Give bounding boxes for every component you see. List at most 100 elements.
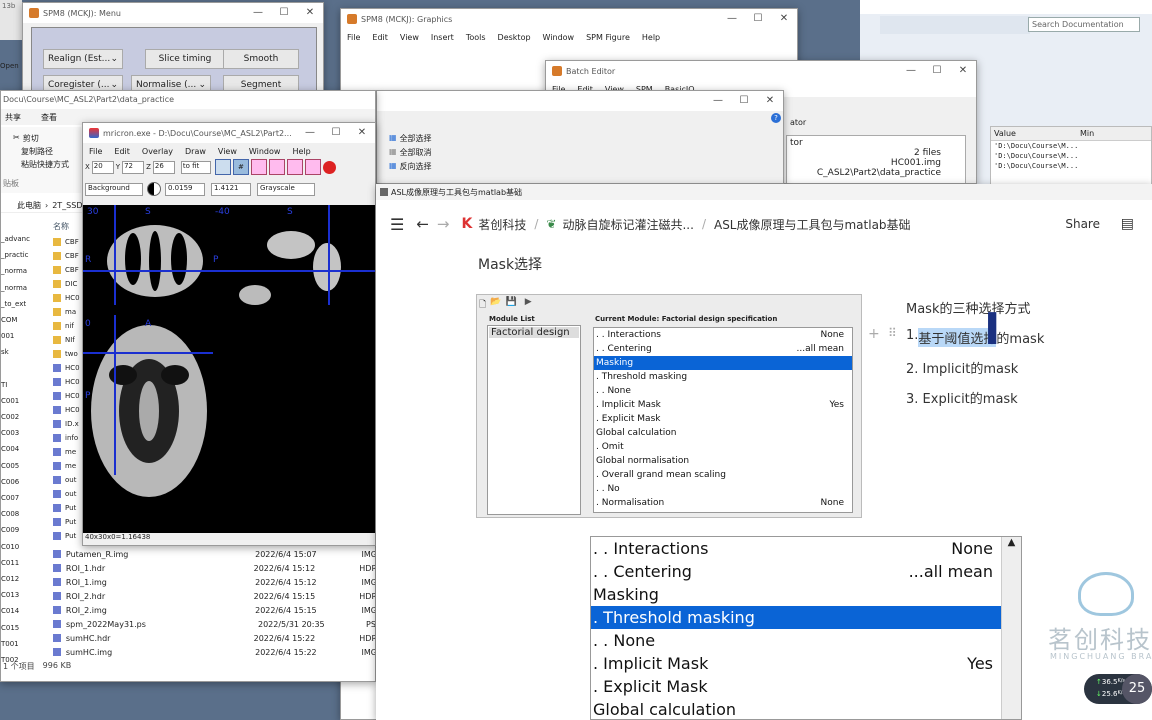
nav-item[interactable]: _practic — [1, 251, 31, 267]
close-icon[interactable]: ✕ — [349, 123, 375, 143]
zoom-select[interactable]: to fit — [180, 160, 211, 174]
menu-spm-figure[interactable]: SPM Figure — [586, 33, 630, 42]
tab-share[interactable]: 共享 — [5, 112, 21, 123]
brain-viewer[interactable]: 30 S -40 S R P 0 A P — [83, 205, 375, 533]
nav-item[interactable]: C014 — [1, 607, 31, 623]
nav-item[interactable]: C011 — [1, 559, 31, 575]
min-intensity-input[interactable]: 0.0159 — [165, 182, 205, 196]
list-item[interactable]: Global calculation — [594, 426, 852, 440]
smooth-button[interactable]: Smooth — [223, 49, 299, 69]
nav-item[interactable]: C001 — [1, 397, 31, 413]
nav-item[interactable]: C005 — [1, 462, 31, 478]
list-item[interactable]: . Explicit Mask — [591, 675, 1001, 698]
help-icon[interactable]: ? — [771, 113, 781, 123]
pen-tool-icon[interactable] — [214, 159, 231, 175]
minimize-icon[interactable]: — — [297, 123, 323, 143]
list-item[interactable]: . . Interactions None — [594, 328, 852, 342]
nav-item[interactable]: C004 — [1, 445, 31, 461]
nav-item[interactable]: _norma — [1, 267, 31, 283]
nav-item[interactable]: C012 — [1, 575, 31, 591]
menu-draw[interactable]: Draw — [185, 147, 206, 156]
breadcrumb-root[interactable]: 此电脑 — [17, 200, 41, 211]
share-button[interactable]: Share — [1065, 217, 1100, 231]
menu-insert[interactable]: Insert — [431, 33, 454, 42]
menu-file[interactable]: File — [89, 147, 102, 156]
forward-icon[interactable]: → — [437, 215, 450, 233]
block-add-icon[interactable]: + — [868, 326, 880, 342]
search-input[interactable]: Search Documentation — [1028, 17, 1140, 32]
nav-item[interactable]: TI — [1, 381, 31, 397]
list-item[interactable]: . Implicit Mask Yes — [594, 398, 852, 412]
list-item[interactable]: . Implicit Mask Yes — [591, 652, 1001, 675]
copy-path-action[interactable]: 复制路径 — [21, 146, 81, 157]
col-value[interactable]: Value — [991, 127, 1077, 140]
list-item[interactable]: . . None — [594, 384, 852, 398]
draw-tool-icon[interactable] — [250, 159, 267, 175]
y-coordinate-input[interactable]: 72 — [122, 160, 145, 174]
x-coordinate-input[interactable]: 20 — [91, 160, 114, 174]
nav-item[interactable]: _to_ext — [1, 300, 31, 316]
nav-item[interactable]: C013 — [1, 591, 31, 607]
invert-selection-action[interactable]: ▦ 反向选择 — [389, 161, 432, 172]
minimize-icon[interactable]: — — [898, 61, 924, 81]
col-min[interactable]: Min — [1077, 127, 1094, 140]
menu-window[interactable]: Window — [543, 33, 575, 42]
menu-overlay[interactable]: Overlay — [142, 147, 173, 156]
menu-view[interactable]: View — [400, 33, 419, 42]
maximize-icon[interactable]: ☐ — [271, 3, 297, 23]
nav-item[interactable]: _norma — [1, 284, 31, 300]
list-item[interactable]: Global calculation — [591, 698, 1001, 719]
nav-item[interactable]: sk — [1, 348, 31, 364]
list-item[interactable]: Masking — [591, 583, 1001, 606]
open-label[interactable]: Open — [0, 62, 19, 70]
list-item[interactable]: . Normalisation None — [594, 496, 852, 510]
fill-tool-icon[interactable] — [286, 159, 303, 175]
menu-help[interactable]: Help — [642, 33, 660, 42]
list-item[interactable]: . . None — [591, 629, 1001, 652]
menu-icon[interactable]: ☰ — [390, 215, 404, 234]
menu-edit[interactable]: Edit — [372, 33, 388, 42]
back-icon[interactable]: ← — [416, 215, 429, 233]
erase-tool-icon[interactable] — [268, 159, 285, 175]
nav-item[interactable]: 001 — [1, 332, 31, 348]
close-icon[interactable]: ✕ — [771, 9, 797, 29]
menu-edit[interactable]: Edit — [114, 147, 130, 156]
column-name[interactable]: 名称 — [53, 221, 69, 232]
z-coordinate-input[interactable]: 26 — [152, 160, 175, 174]
maximize-icon[interactable]: ☐ — [731, 91, 757, 111]
list-item[interactable]: . . Centering ...all mean — [591, 560, 1001, 583]
nav-item[interactable] — [1, 365, 31, 381]
minimize-icon[interactable]: — — [245, 3, 271, 23]
tab-view[interactable]: 查看 — [41, 112, 57, 123]
menu-view[interactable]: View — [218, 147, 237, 156]
table-row[interactable]: sumHC.hdr 2022/6/4 15:22 HDR — [53, 631, 375, 645]
nav-item[interactable]: COM — [1, 316, 31, 332]
layer-select[interactable]: Background — [85, 182, 143, 196]
nav-item[interactable]: C009 — [1, 526, 31, 542]
breadcrumb-parent[interactable]: 动脉自旋标记灌注磁共... — [562, 216, 693, 233]
close-icon[interactable]: ✕ — [297, 3, 323, 23]
close-icon[interactable]: ✕ — [950, 61, 976, 81]
pen-color-icon[interactable] — [304, 159, 321, 175]
menu-window[interactable]: Window — [249, 147, 281, 156]
breadcrumb-current[interactable]: ASL成像原理与工具包与matlab基础 — [714, 216, 911, 233]
table-row[interactable]: ROI_1.hdr 2022/6/4 15:12 HDR — [53, 561, 375, 575]
colormap-select[interactable]: Grayscale — [257, 182, 315, 196]
list-item[interactable]: . Explicit Mask — [594, 412, 852, 426]
paste-shortcut-action[interactable]: 粘贴快捷方式 — [21, 159, 81, 170]
table-row[interactable]: ROI_2.img 2022/6/4 15:15 IMG — [53, 603, 375, 617]
list-item[interactable]: . Threshold masking — [591, 606, 1001, 629]
maximize-icon[interactable]: ☐ — [924, 61, 950, 81]
select-all-action[interactable]: ▦ 全部选择 — [389, 133, 432, 144]
list-item[interactable]: . . Centering ...all mean — [594, 342, 852, 356]
maximize-icon[interactable]: ☐ — [323, 123, 349, 143]
menu-desktop[interactable]: Desktop — [498, 33, 531, 42]
record-icon[interactable] — [322, 160, 336, 174]
list-item[interactable]: Masking — [594, 356, 852, 370]
nav-item[interactable]: T001 — [1, 640, 31, 656]
breadcrumb-workspace[interactable]: 茗创科技 — [478, 216, 526, 233]
nav-item[interactable]: C010 — [1, 543, 31, 559]
realign-dropdown[interactable]: Realign (Est... ⌄ — [43, 49, 123, 69]
list-item[interactable]: . . No — [594, 482, 852, 496]
comment-icon[interactable]: ▤ — [1121, 216, 1134, 232]
